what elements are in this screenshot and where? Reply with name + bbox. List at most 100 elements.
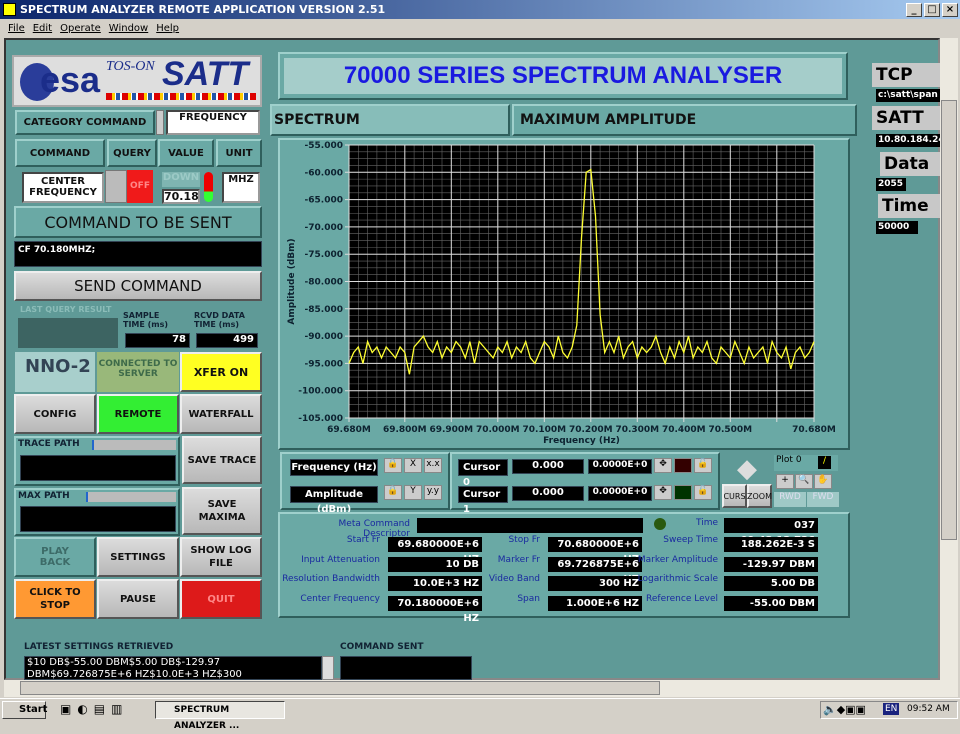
latest-settings-text: $10 DB$-55.00 DBM$5.00 DB$-129.97 DBM$69… [24, 656, 322, 680]
timeout-value[interactable]: 50000 [876, 221, 918, 234]
station-select[interactable]: NNO-2 [15, 352, 95, 392]
quick-launch-icons[interactable]: ▣◐▤▥ [60, 702, 140, 718]
value-input[interactable]: 70.18 [162, 189, 200, 204]
menu-operate[interactable]: Operate [60, 23, 101, 34]
category-command-label: CATEGORY COMMAND [15, 110, 155, 135]
title-bar: SPECTRUM ANALYZER REMOTE APPLICATION VER… [0, 0, 960, 19]
waterfall-button[interactable]: WATERFALL [180, 394, 262, 434]
xfer-on-button[interactable]: XFER ON [180, 352, 262, 392]
save-trace-button[interactable]: SAVE TRACE [182, 436, 262, 484]
show-log-file-button[interactable]: SHOW LOG FILE [180, 537, 262, 577]
zoom-tool-icon[interactable]: 🔍 [795, 474, 813, 489]
trace-path-input[interactable] [20, 455, 176, 481]
latest-settings-scrollbar[interactable] [322, 656, 334, 680]
save-maxima-button[interactable]: SAVE MAXIMA [182, 487, 262, 535]
satt-ip-value[interactable]: 10.80.184.24 [876, 134, 940, 147]
cursor-legend: Cursor 0 0.000 0.0000E+0 ✥ 🔓 Cursor 1 0.0… [450, 452, 720, 515]
horizontal-scroll-thumb[interactable] [20, 681, 660, 695]
play-back-button[interactable]: PLAY BACK [14, 537, 96, 577]
cursor1-y[interactable]: 0.0000E+0 [588, 486, 652, 501]
info-value: -55.00 DBM [724, 596, 818, 611]
click-to-stop-button[interactable]: CLICK TO STOP [14, 579, 96, 619]
query-toggle[interactable] [105, 170, 127, 203]
query-header: QUERY [107, 139, 157, 167]
x-tick-label: 69.800M [383, 425, 427, 435]
pause-button[interactable]: PAUSE [97, 579, 179, 619]
command-text[interactable]: CF 70.180MHZ; [14, 241, 262, 267]
unit-select[interactable]: MHZ [222, 172, 260, 203]
spectrum-chart[interactable]: 69.680M 69.800M 69.900M 70.000M 70.100M 70.20… [278, 138, 850, 450]
horizontal-scrollbar[interactable] [4, 680, 958, 697]
taskbar-app-button[interactable]: SPECTRUM ANALYZER ... [155, 701, 285, 731]
category-value[interactable]: FREQUENCY [166, 110, 260, 135]
tab-maximum-amplitude[interactable]: MAXIMUM AMPLITUDE [512, 104, 857, 136]
menu-bar: File Edit Operate Window Help [0, 19, 960, 38]
plot-line-icon[interactable]: / [818, 456, 831, 469]
tab-spectrum[interactable]: SPECTRUM [270, 104, 510, 136]
tray-icons[interactable]: 🔈◆▣▣ [823, 703, 866, 716]
last-query-result [18, 318, 118, 348]
x-tick-label: 69.680M [327, 425, 371, 435]
remote-button[interactable]: REMOTE [97, 394, 179, 434]
time-label: Time [695, 518, 718, 528]
y-autoscale-icon[interactable]: Y [404, 485, 422, 500]
query-state[interactable]: OFF [127, 170, 153, 203]
data-port-value[interactable]: 2055 [876, 178, 906, 191]
menu-edit[interactable]: Edit [33, 23, 52, 34]
vertical-scroll-thumb[interactable] [941, 100, 957, 540]
x-autoscale-icon[interactable]: X [404, 458, 422, 473]
down-button[interactable]: DOWN [162, 172, 200, 187]
crosshair-tool-icon[interactable]: + [776, 474, 794, 489]
menu-window[interactable]: Window [109, 23, 148, 34]
cursor0-lock-icon[interactable]: 🔓 [694, 458, 712, 473]
y-format-icon[interactable]: y.y [424, 485, 442, 500]
plot0-legend[interactable]: Plot 0 / [774, 455, 838, 471]
cursor0-move-icon[interactable]: ✥ [654, 458, 672, 473]
data-port-label: Data p [880, 152, 940, 176]
cursor1-move-icon[interactable]: ✥ [654, 485, 672, 500]
cursor0-y[interactable]: 0.0000E+0 [588, 459, 652, 474]
close-button[interactable]: × [942, 3, 958, 17]
vertical-scrollbar[interactable] [940, 38, 958, 680]
max-path-input[interactable] [20, 506, 176, 532]
cursor0-style-icon[interactable] [674, 458, 692, 473]
y-tick-label: -85.000 [305, 305, 343, 315]
zoom-mode-button[interactable]: ZOOM [747, 484, 772, 508]
send-command-button[interactable]: SEND COMMAND [14, 271, 262, 301]
menu-file[interactable]: File [8, 23, 25, 34]
tcp-file-label: TCP FIL [872, 63, 940, 87]
fwd-button[interactable]: FWD [807, 492, 839, 507]
cursor1-x[interactable]: 0.000 [512, 486, 584, 501]
start-button[interactable]: Start [2, 701, 47, 719]
cursor1-style-icon[interactable] [674, 485, 692, 500]
x-tick-label: 70.300M [615, 425, 659, 435]
satt-ip-label: SATT IP [872, 106, 940, 130]
pan-tool-icon[interactable]: ✋ [814, 474, 832, 489]
tcp-file-path[interactable]: c:\satt\span [876, 89, 940, 102]
x-tick-label: 70.200M [569, 425, 613, 435]
y-lock-icon[interactable]: 🔒 [384, 485, 402, 500]
settings-button[interactable]: SETTINGS [97, 537, 179, 577]
menu-help[interactable]: Help [156, 23, 179, 34]
cursor-mode-button[interactable]: CURS [722, 484, 747, 508]
minimize-button[interactable]: _ [906, 3, 922, 17]
cursor0-x[interactable]: 0.000 [512, 459, 584, 474]
cursor1-lock-icon[interactable]: 🔓 [694, 485, 712, 500]
logo-satt: SATT [162, 55, 249, 93]
x-lock-icon[interactable]: 🔒 [384, 458, 402, 473]
language-indicator[interactable]: EN [883, 703, 900, 715]
maximize-button[interactable]: □ [924, 3, 940, 17]
cursor-move-diamond-icon[interactable]: ◆ [722, 454, 772, 484]
quit-button[interactable]: QUIT [180, 579, 262, 619]
category-spinner[interactable] [156, 110, 164, 135]
x-tick-label: 70.500M [708, 425, 752, 435]
config-button[interactable]: CONFIG [14, 394, 96, 434]
x-format-icon[interactable]: x.x [424, 458, 442, 473]
connected-status: CONNECTED TO SERVER [97, 352, 179, 392]
rwd-button[interactable]: RWD [774, 492, 806, 507]
x-axis-label: Frequency (Hz) [543, 436, 620, 446]
info-label: Video Band [488, 574, 540, 584]
command-select[interactable]: CENTER FREQUENCY [22, 172, 104, 203]
main-title: 70000 SERIES SPECTRUM ANALYSER [284, 58, 842, 94]
x-scale-name: Frequency (Hz) [290, 459, 378, 476]
